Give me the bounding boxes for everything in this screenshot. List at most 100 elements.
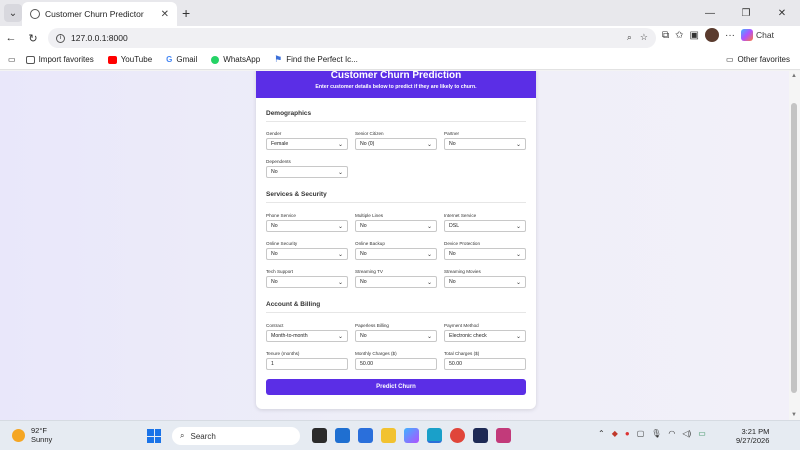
taskbar-apps: [312, 428, 511, 443]
font-app-icon[interactable]: [473, 428, 488, 443]
windows-logo-icon: [154, 436, 161, 443]
dependents-select[interactable]: No ⌄: [266, 166, 348, 178]
refresh-button[interactable]: ↻: [22, 27, 44, 49]
back-button[interactable]: ←: [0, 27, 22, 49]
partner-select[interactable]: No ⌄: [444, 138, 526, 150]
tab-actions-button[interactable]: ⌄: [4, 4, 22, 22]
collections-icon[interactable]: ▣: [690, 30, 699, 41]
favorite-gmail[interactable]: G Gmail: [166, 55, 197, 64]
favorite-import[interactable]: Import favorites: [25, 55, 94, 64]
chevron-down-icon: ⌄: [426, 280, 432, 286]
outlook-icon[interactable]: [335, 428, 350, 443]
terminal-icon[interactable]: [312, 428, 327, 443]
gender-select[interactable]: Female ⌄: [266, 138, 348, 150]
star-icon[interactable]: ☆: [640, 32, 648, 43]
chevron-down-icon: ⌄: [337, 224, 343, 230]
paperless-select[interactable]: No ⌄: [355, 330, 437, 342]
minimize-icon[interactable]: —: [692, 0, 728, 26]
copilot-button[interactable]: Chat: [740, 29, 774, 41]
snipping-tool-icon[interactable]: [496, 428, 511, 443]
scrollbar-thumb[interactable]: [791, 103, 797, 393]
extensions-icon[interactable]: ⧉: [662, 30, 669, 41]
predict-churn-button[interactable]: Predict Churn: [266, 379, 526, 395]
tenure-input[interactable]: 1: [266, 358, 348, 370]
dependents-value: No: [271, 169, 278, 175]
favorite-label: Find the Perfect Ic...: [286, 55, 358, 64]
tab-active[interactable]: Customer Churn Predictor ✕: [22, 2, 177, 26]
url-text[interactable]: 127.0.0.1:8000: [71, 33, 128, 43]
page-scrollbar[interactable]: ▲ ▼: [789, 71, 800, 420]
senior-select[interactable]: No (0) ⌄: [355, 138, 437, 150]
start-button[interactable]: [147, 429, 161, 443]
scroll-down-icon[interactable]: ▼: [791, 412, 797, 418]
copilot-icon: [740, 29, 753, 41]
support-select[interactable]: No ⌄: [266, 276, 348, 288]
volume-icon[interactable]: ◁): [682, 429, 691, 438]
weather-widget[interactable]: 92°F Sunny: [12, 426, 52, 444]
multiple-select[interactable]: No ⌄: [355, 220, 437, 232]
chevron-down-icon: ⌄: [8, 7, 18, 19]
chevron-down-icon: ⌄: [337, 170, 343, 176]
tv-select[interactable]: No ⌄: [355, 276, 437, 288]
movies-label: Streaming Movies: [444, 269, 481, 274]
chevron-down-icon: ⌄: [426, 334, 432, 340]
favorite-label: Import favorites: [38, 55, 94, 64]
internet-select[interactable]: DSL ⌄: [444, 220, 526, 232]
movies-select[interactable]: No ⌄: [444, 276, 526, 288]
payment-select[interactable]: Electronic check ⌄: [444, 330, 526, 342]
microphone-icon[interactable]: 🎙: [651, 429, 661, 438]
chevron-up-icon[interactable]: ⌃: [598, 429, 605, 438]
app-tray-icon[interactable]: ●: [625, 429, 630, 438]
phone-select[interactable]: No ⌄: [266, 220, 348, 232]
chevron-down-icon: ⌄: [337, 334, 343, 340]
search-label: Search: [190, 431, 216, 441]
backup-select[interactable]: No ⌄: [355, 248, 437, 260]
contract-select[interactable]: Month-to-month ⌄: [266, 330, 348, 342]
windows-logo-icon: [147, 436, 154, 443]
monthly-charges-input[interactable]: 50.00: [355, 358, 437, 370]
reading-view-icon[interactable]: ▭: [8, 55, 16, 64]
chevron-down-icon: ⌄: [337, 142, 343, 148]
field-partner: Partner No ⌄: [444, 131, 526, 150]
protection-value: No: [449, 251, 456, 257]
favorite-youtube[interactable]: YouTube: [107, 55, 152, 64]
taskbar-search[interactable]: ⌕ Search: [172, 427, 300, 445]
youtube-icon: [107, 55, 117, 64]
other-favorites[interactable]: ▭ Other favorites: [726, 55, 790, 64]
chevron-down-icon: ⌄: [515, 142, 521, 148]
close-tab-icon[interactable]: ✕: [161, 9, 169, 20]
chrome-icon[interactable]: [450, 428, 465, 443]
zoom-icon[interactable]: ⌕: [627, 32, 632, 43]
scroll-up-icon[interactable]: ▲: [791, 73, 797, 79]
tv-label: Streaming TV: [355, 269, 383, 274]
restore-icon[interactable]: ❐: [728, 0, 764, 26]
file-explorer-icon[interactable]: [381, 428, 396, 443]
total-charges-input[interactable]: 50.00: [444, 358, 526, 370]
close-window-icon[interactable]: ✕: [764, 0, 800, 26]
store-icon[interactable]: [358, 428, 373, 443]
protection-select[interactable]: No ⌄: [444, 248, 526, 260]
favorite-whatsapp[interactable]: WhatsApp: [211, 55, 260, 64]
payment-label: Payment Method: [444, 323, 479, 328]
address-bar[interactable]: i 127.0.0.1:8000 ⌕ ☆: [48, 28, 656, 48]
favorite-find-icon[interactable]: ⚑ Find the Perfect Ic...: [274, 54, 358, 65]
copilot-app-icon[interactable]: [404, 428, 419, 443]
clock[interactable]: 3:21 PM 9/27/2026: [736, 427, 769, 445]
churn-form-card: Customer Churn Prediction Enter customer…: [256, 71, 536, 409]
antivirus-icon[interactable]: ◆: [612, 429, 618, 438]
wifi-icon[interactable]: ◠: [668, 429, 675, 438]
meet-icon[interactable]: ▢: [637, 429, 645, 438]
new-tab-button[interactable]: +: [182, 5, 190, 21]
import-icon: [25, 55, 35, 64]
security-select[interactable]: No ⌄: [266, 248, 348, 260]
backup-label: Online Backup: [355, 241, 385, 246]
edge-icon[interactable]: [427, 428, 442, 443]
battery-icon[interactable]: ▭: [698, 429, 706, 438]
field-senior: Senior Citizen No (0) ⌄: [355, 131, 437, 150]
multiple-label: Multiple Lines: [355, 213, 384, 218]
avatar[interactable]: [704, 28, 719, 42]
more-icon[interactable]: ···: [725, 30, 735, 41]
site-info-icon[interactable]: i: [56, 33, 65, 43]
favorites-icon[interactable]: ✩: [675, 30, 683, 41]
omnibox-actions: ⌕ ☆: [627, 32, 648, 43]
